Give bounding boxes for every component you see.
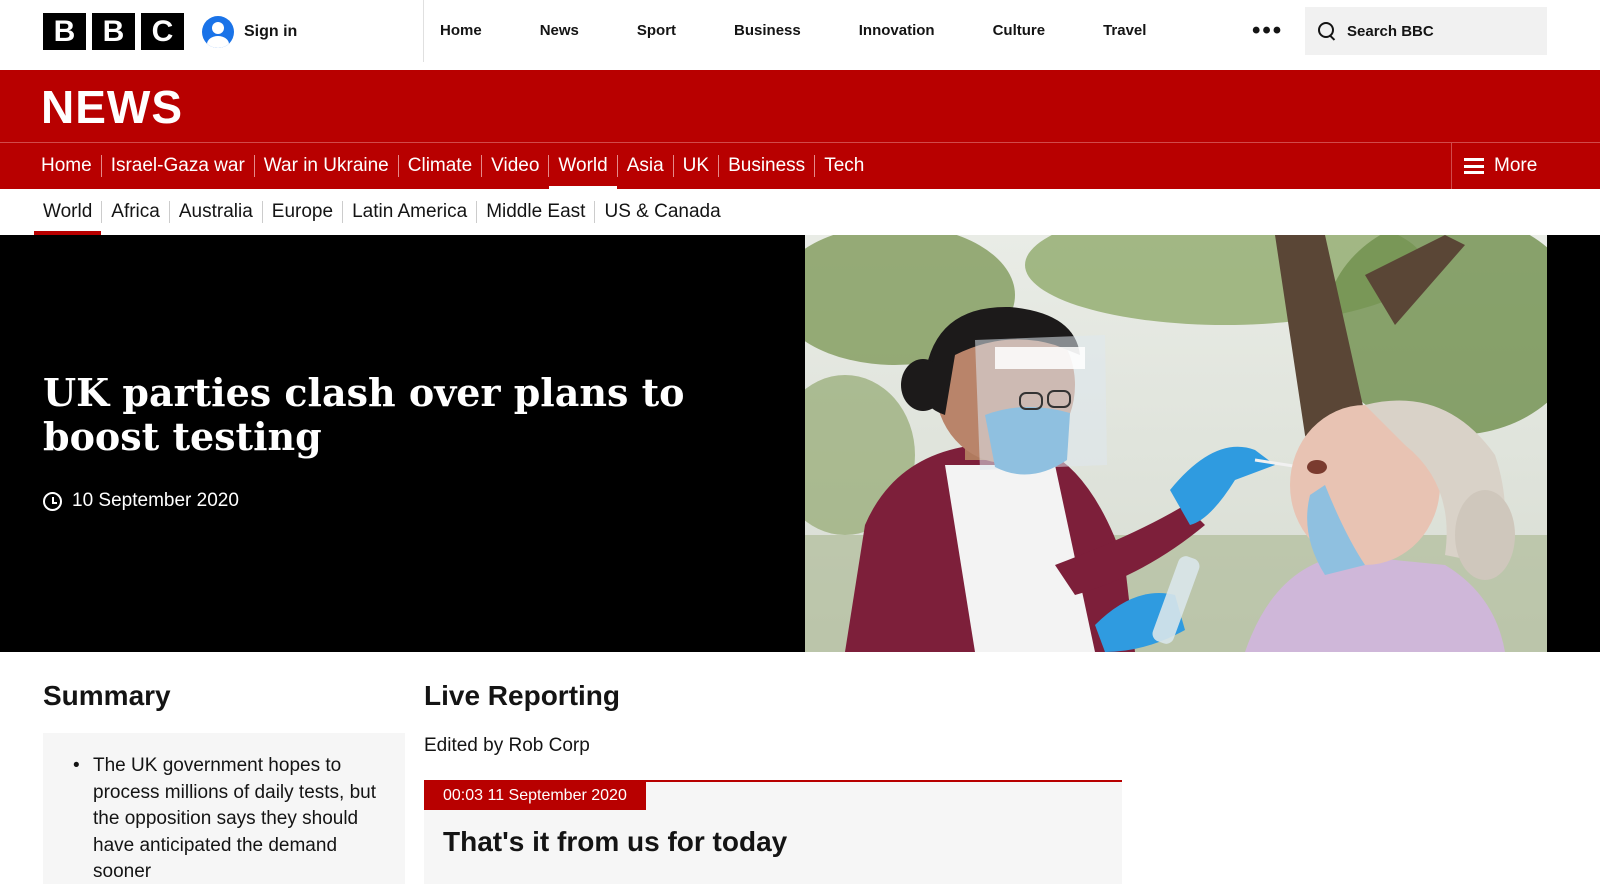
publish-date-text: 10 September 2020 — [72, 490, 239, 511]
page-title: UK parties clash over plans to boost tes… — [43, 370, 685, 459]
subnav-item-australia[interactable]: Australia — [168, 201, 262, 223]
bbc-logo-letter: C — [141, 13, 184, 50]
subnav-item-europe[interactable]: Europe — [261, 201, 342, 223]
summary-heading: Summary — [43, 680, 171, 711]
top-nav-sport[interactable]: Sport — [608, 16, 705, 46]
top-nav-news[interactable]: News — [511, 16, 608, 46]
subnav-item-middle-east[interactable]: Middle East — [476, 201, 594, 223]
user-icon — [202, 16, 234, 48]
more-menu-icon[interactable]: ••• — [1252, 19, 1283, 43]
live-post: 00:03 11 September 2020 That's it from u… — [424, 780, 1122, 884]
search-label: Search BBC — [1347, 22, 1434, 40]
subnav-item-world[interactable]: World — [34, 201, 102, 235]
nav-item-world[interactable]: World — [548, 155, 617, 190]
hamburger-icon — [1464, 158, 1484, 174]
news-main-nav: Home Israel-Gaza war War in Ukraine Clim… — [0, 142, 1600, 190]
news-brand-logo[interactable]: NEWS — [41, 80, 183, 134]
top-nav-home[interactable]: Home — [424, 16, 511, 46]
hero-banner: UK parties clash over plans to boost tes… — [0, 235, 1600, 652]
bbc-logo[interactable]: B B C — [43, 13, 184, 50]
nav-item-tech[interactable]: Tech — [814, 155, 873, 177]
nav-item-war-in-ukraine[interactable]: War in Ukraine — [253, 155, 398, 177]
bbc-logo-letter: B — [92, 13, 135, 50]
nav-item-asia[interactable]: Asia — [616, 155, 673, 177]
subnav-item-africa[interactable]: Africa — [101, 201, 169, 223]
top-nav: Home News Sport Business Innovation Cult… — [423, 0, 1175, 62]
post-timestamp: 00:03 11 September 2020 — [424, 782, 646, 810]
post-title: That's it from us for today — [443, 826, 788, 857]
nav-item-business[interactable]: Business — [718, 155, 814, 177]
publish-date: 10 September 2020 — [43, 490, 239, 512]
live-reporting-heading: Live Reporting — [424, 680, 621, 711]
sign-in-label: Sign in — [244, 23, 298, 40]
top-nav-business[interactable]: Business — [705, 16, 830, 46]
nav-item-israel-gaza-war[interactable]: Israel-Gaza war — [100, 155, 254, 177]
top-nav-travel[interactable]: Travel — [1074, 16, 1175, 46]
nav-item-uk[interactable]: UK — [672, 155, 718, 177]
sign-in-button[interactable]: Sign in — [202, 16, 297, 48]
nav-more-button[interactable]: More — [1451, 143, 1600, 189]
bbc-logo-letter: B — [43, 13, 86, 50]
world-sub-nav: World Africa Australia Europe Latin Amer… — [0, 189, 1600, 235]
search-icon — [1317, 21, 1337, 41]
top-nav-culture[interactable]: Culture — [964, 16, 1075, 46]
subnav-item-us-canada[interactable]: US & Canada — [594, 201, 729, 223]
summary-bullet: The UK government hopes to process milli… — [73, 753, 385, 884]
nav-item-climate[interactable]: Climate — [397, 155, 481, 177]
nav-item-video[interactable]: Video — [481, 155, 548, 177]
news-banner: NEWS — [0, 70, 1600, 142]
subnav-item-latin-america[interactable]: Latin America — [342, 201, 476, 223]
edited-by: Edited by Rob Corp — [424, 735, 590, 756]
bbc-top-bar: B B C Sign in Home News Sport Business I… — [0, 0, 1600, 70]
nav-item-home[interactable]: Home — [32, 155, 101, 177]
top-nav-innovation[interactable]: Innovation — [830, 16, 964, 46]
hero-image — [805, 235, 1547, 652]
summary-box: The UK government hopes to process milli… — [43, 733, 405, 884]
search-button[interactable]: Search BBC — [1305, 7, 1547, 55]
clock-icon — [43, 491, 62, 511]
nav-more-label: More — [1494, 155, 1538, 176]
